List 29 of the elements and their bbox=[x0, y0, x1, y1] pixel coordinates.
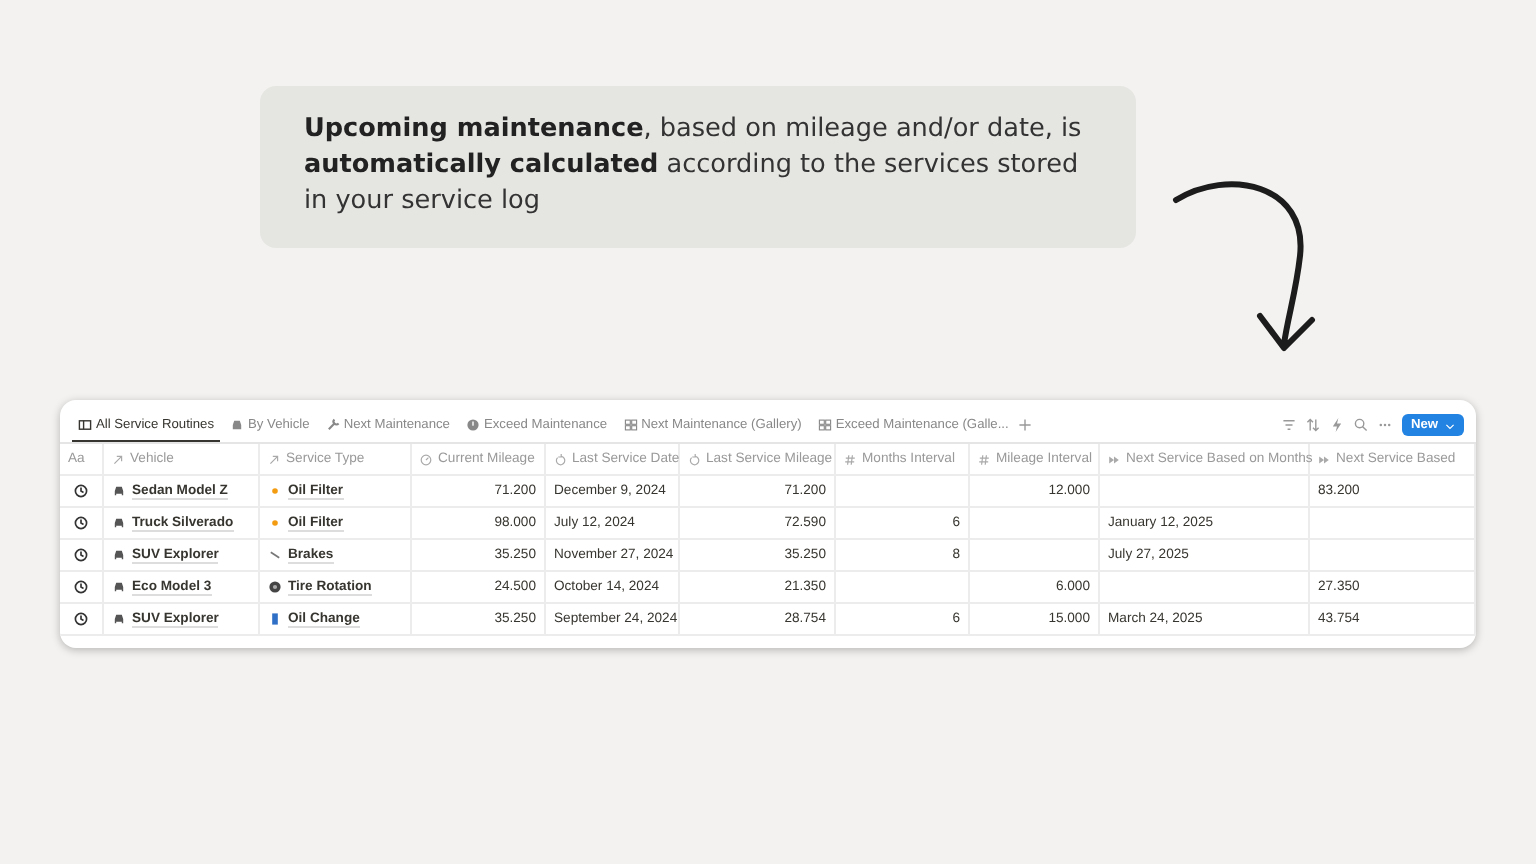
fast-forward-icon bbox=[1318, 453, 1330, 465]
more-icon[interactable] bbox=[1378, 418, 1393, 432]
tool-icon bbox=[268, 548, 282, 562]
alert-icon bbox=[465, 417, 480, 431]
tire-icon bbox=[268, 580, 282, 594]
clock-icon bbox=[74, 612, 88, 626]
grid-icon bbox=[817, 417, 832, 431]
arrow-icon bbox=[268, 453, 280, 465]
wrench-icon bbox=[325, 417, 340, 431]
arrow-icon bbox=[112, 453, 124, 465]
add-view-icon[interactable] bbox=[1018, 418, 1033, 432]
clock-icon bbox=[74, 580, 88, 594]
hash-icon bbox=[978, 453, 990, 465]
search-icon[interactable] bbox=[1354, 418, 1369, 432]
callout-text: Upcoming maintenance, based on mileage and/or date, is automatically calculated according to the services stored in your service log bbox=[260, 86, 1136, 248]
grid-icon bbox=[623, 417, 638, 431]
hash-icon bbox=[844, 453, 856, 465]
clock-icon bbox=[74, 548, 88, 562]
gauge-icon bbox=[420, 453, 432, 465]
table-icon bbox=[78, 417, 92, 431]
filter-icon[interactable] bbox=[1282, 418, 1297, 432]
sort-icon[interactable] bbox=[1306, 418, 1321, 432]
clock-icon bbox=[74, 516, 88, 530]
dot-icon bbox=[268, 516, 282, 530]
lightning-icon[interactable] bbox=[1330, 418, 1345, 432]
fast-forward-icon bbox=[1108, 453, 1120, 465]
dot-icon bbox=[268, 484, 282, 498]
caret-icon[interactable] bbox=[1444, 419, 1456, 431]
clock-icon bbox=[74, 484, 88, 498]
